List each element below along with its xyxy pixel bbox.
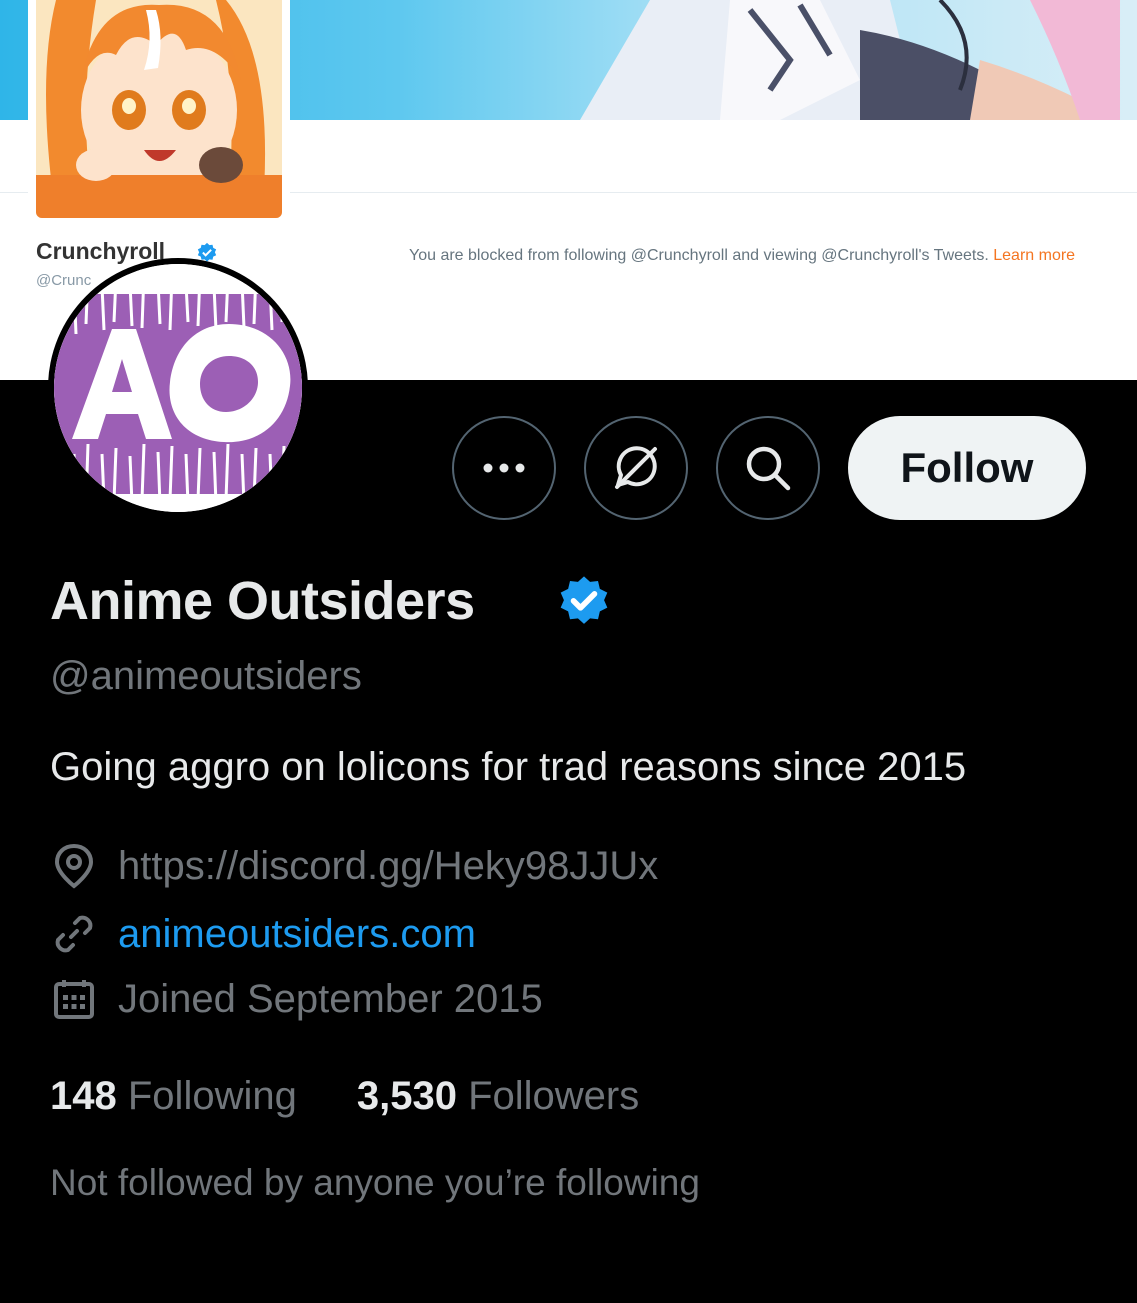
blocked-message: You are blocked from following @Crunchyr… <box>409 244 1109 268</box>
website-link[interactable]: animeoutsiders.com <box>118 912 476 957</box>
calendar-icon <box>50 975 98 1023</box>
anime-outsiders-logo <box>54 264 302 512</box>
joined-text: Joined September 2015 <box>118 976 543 1021</box>
following-label: Following <box>127 1074 297 1118</box>
follow-button[interactable]: Follow <box>848 416 1086 520</box>
profile-bio: Going aggro on lolicons for trad reasons… <box>50 745 967 789</box>
display-name: Anime Outsiders <box>50 571 475 631</box>
more-icon <box>483 463 525 473</box>
verified-icon[interactable] <box>556 574 612 630</box>
follow-stats: 148 Following 3,530 Followers <box>50 1074 699 1119</box>
profile-handle: @animeoutsiders <box>50 654 362 698</box>
notifications-button[interactable] <box>584 416 688 520</box>
profile-joined: Joined September 2015 <box>50 975 543 1023</box>
crunchyroll-handle: @Crunc <box>36 272 92 289</box>
profile-website: animeoutsiders.com <box>50 910 476 958</box>
location-icon <box>50 842 98 890</box>
more-button[interactable] <box>452 416 556 520</box>
following-count: 148 <box>50 1074 117 1118</box>
crunchyroll-avatar <box>28 0 290 226</box>
link-icon <box>50 910 98 958</box>
search-icon <box>746 446 791 491</box>
header-anime-art <box>580 0 1120 120</box>
learn-more-link[interactable]: Learn more <box>993 247 1075 264</box>
hime-mascot-image <box>36 0 282 218</box>
followers-label: Followers <box>468 1074 640 1118</box>
following-link[interactable]: 148 Following <box>50 1074 297 1119</box>
notifications-off-icon <box>615 446 657 489</box>
location-text: https://discord.gg/Heky98JJUx <box>118 843 659 888</box>
search-button[interactable] <box>716 416 820 520</box>
followers-count: 3,530 <box>356 1074 457 1118</box>
profile-location: https://discord.gg/Heky98JJUx <box>50 842 658 890</box>
profile-avatar[interactable] <box>48 258 308 518</box>
not-followed-text: Not followed by anyone you’re following <box>50 1162 700 1203</box>
blocked-message-text: You are blocked from following @Crunchyr… <box>409 247 994 264</box>
followers-link[interactable]: 3,530 Followers <box>357 1074 639 1119</box>
